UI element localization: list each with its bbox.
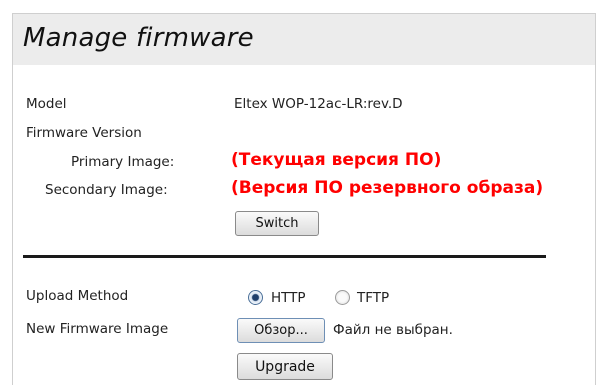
secondary-image-label: Secondary Image: xyxy=(45,182,168,198)
secondary-image-value: (Версия ПО резервного образа) xyxy=(231,178,544,198)
model-value: Eltex WOP-12ac-LR:rev.D xyxy=(234,96,403,112)
model-label: Model xyxy=(26,96,67,112)
switch-button[interactable]: Switch xyxy=(235,211,319,236)
primary-image-label: Primary Image: xyxy=(71,154,175,170)
panel-header: Manage firmware xyxy=(13,14,595,65)
primary-image-value: (Текущая версия ПО) xyxy=(231,150,442,170)
new-firmware-image-label: New Firmware Image xyxy=(26,321,169,337)
manage-firmware-panel: Manage firmware Model Eltex WOP-12ac-LR:… xyxy=(12,13,596,385)
firmware-version-label: Firmware Version xyxy=(26,125,142,141)
section-divider xyxy=(23,255,546,258)
page-title: Manage firmware xyxy=(23,23,254,53)
tftp-radio[interactable] xyxy=(335,290,350,305)
file-status-text: Файл не выбран. xyxy=(333,322,453,338)
browse-button[interactable]: Обзор... xyxy=(237,318,325,343)
upgrade-button[interactable]: Upgrade xyxy=(237,353,333,380)
http-radio[interactable] xyxy=(248,290,263,305)
upload-method-label: Upload Method xyxy=(26,288,129,304)
http-radio-label[interactable]: HTTP xyxy=(271,290,306,306)
tftp-radio-label[interactable]: TFTP xyxy=(357,290,389,306)
